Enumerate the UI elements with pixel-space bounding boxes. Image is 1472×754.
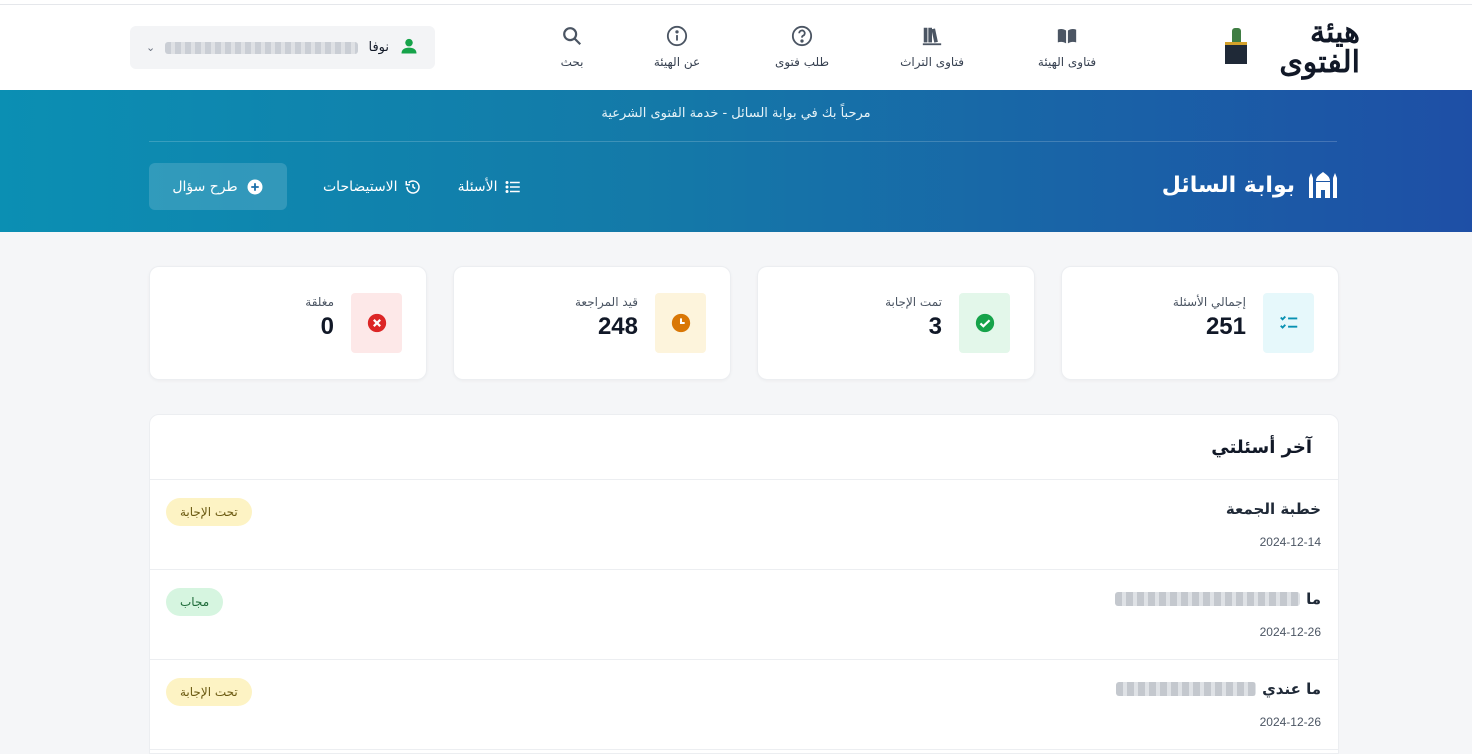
list-icon xyxy=(505,180,520,193)
site-header: هيئة الفتوى فتاوى الهيئة فتاوى التراث طل… xyxy=(0,5,1472,90)
question-date: 2024-12-26 xyxy=(1259,625,1321,639)
question-title-text: خطبة الجمعة xyxy=(1225,500,1321,518)
banner-divider xyxy=(149,141,1337,142)
stat-value: 251 xyxy=(1205,313,1246,340)
stat-label: إجمالي الأسئلة xyxy=(1172,295,1246,309)
banner-actions: طرح سؤال الاستيضاحات الأسئلة xyxy=(149,163,522,210)
stat-value: 0 xyxy=(320,313,334,340)
question-title-redacted xyxy=(1115,592,1301,606)
nav-about[interactable]: عن الهيئة xyxy=(642,25,712,69)
x-circle-icon xyxy=(367,313,386,333)
chevron-down-icon: ⌄ xyxy=(146,41,156,54)
nav-label: فتاوى التراث xyxy=(900,55,964,69)
status-badge: تحت الإجابة xyxy=(166,498,252,526)
kaaba-logo-icon xyxy=(1224,28,1247,68)
user-name: نوفا xyxy=(368,40,389,55)
question-row[interactable]: خطبة الجمعة 2024-12-14 تحت الإجابة xyxy=(150,480,1338,570)
stat-value: 3 xyxy=(928,313,942,340)
question-title: ما عندي xyxy=(1116,680,1321,698)
stats-row: إجمالي الأسئلة 251 تمت الإجابة 3 قيد الم… xyxy=(149,266,1339,380)
stat-icon-box xyxy=(1263,293,1314,353)
nav-label: عن الهيئة xyxy=(653,55,701,69)
stat-answered: تمت الإجابة 3 xyxy=(757,266,1035,380)
user-name-redacted xyxy=(165,41,359,54)
status-badge: مجاب xyxy=(166,588,224,616)
stat-label: تمت الإجابة xyxy=(885,295,942,309)
question-title-text: ما عندي xyxy=(1262,680,1321,698)
portal-title-text: بوابة السائل xyxy=(1161,172,1295,198)
questions-link[interactable]: الأسئلة xyxy=(458,178,522,196)
nav-label: بحث xyxy=(560,55,584,69)
stat-under-review: قيد المراجعة 248 xyxy=(453,266,731,380)
history-icon xyxy=(405,179,420,194)
nav-fatawa-turath[interactable]: فتاوى التراث xyxy=(892,25,972,69)
ask-button-label: طرح سؤال xyxy=(172,178,238,195)
stat-label: قيد المراجعة xyxy=(575,295,638,309)
question-row[interactable]: ما عندي 2024-12-26 تحت الإجابة xyxy=(150,660,1338,750)
stat-icon-box xyxy=(351,293,402,353)
mosque-icon xyxy=(1309,172,1337,198)
question-date: 2024-12-14 xyxy=(1259,535,1321,549)
logo-text: هيئة الفتوى xyxy=(1279,15,1361,80)
checklist-icon xyxy=(1279,315,1297,329)
portal-banner: مرحباً بك في بوابة السائل - خدمة الفتوى … xyxy=(0,90,1472,232)
open-book-icon xyxy=(1057,28,1077,44)
clarifications-link[interactable]: الاستيضاحات xyxy=(323,178,422,196)
question-title-text: ما xyxy=(1306,590,1321,608)
info-circle-icon xyxy=(666,25,688,47)
books-icon xyxy=(922,27,942,46)
nav-search[interactable]: بحث xyxy=(547,25,597,69)
stat-icon-box xyxy=(959,293,1010,353)
stat-closed: مغلقة 0 xyxy=(149,266,427,380)
stat-icon-box xyxy=(655,293,706,353)
nav-talab-fatwa[interactable]: طلب فتوى xyxy=(767,25,837,69)
clarifications-label: الاستيضاحات xyxy=(323,178,398,195)
ask-question-button[interactable]: طرح سؤال xyxy=(149,163,287,210)
user-icon xyxy=(399,36,419,60)
welcome-text: مرحباً بك في بوابة السائل - خدمة الفتوى … xyxy=(601,106,871,121)
stat-value: 248 xyxy=(597,313,638,340)
stat-label: مغلقة xyxy=(305,295,334,309)
nav-fatawa-hayah[interactable]: فتاوى الهيئة xyxy=(1032,25,1102,69)
recent-questions-panel: آخر أسئلتي خطبة الجمعة 2024-12-14 تحت ال… xyxy=(149,414,1339,754)
question-row[interactable]: ما 2024-12-26 مجاب xyxy=(150,570,1338,660)
panel-title: آخر أسئلتي xyxy=(150,415,1338,480)
user-menu[interactable]: نوفا ⌄ xyxy=(130,26,435,69)
question-title-redacted xyxy=(1116,682,1257,696)
questions-label: الأسئلة xyxy=(457,178,498,195)
check-circle-icon xyxy=(975,313,994,333)
clock-icon xyxy=(671,313,690,333)
site-logo[interactable]: هيئة الفتوى xyxy=(1224,15,1361,80)
stat-total-questions: إجمالي الأسئلة 251 xyxy=(1061,266,1339,380)
nav-label: طلب فتوى xyxy=(774,55,830,69)
question-title: خطبة الجمعة xyxy=(1226,500,1321,518)
nav-label: فتاوى الهيئة xyxy=(1037,55,1097,69)
plus-circle-icon xyxy=(247,179,263,194)
search-icon xyxy=(563,27,582,46)
question-circle-icon xyxy=(791,25,813,47)
portal-title: بوابة السائل xyxy=(1162,170,1339,200)
status-badge: تحت الإجابة xyxy=(166,678,252,706)
question-date: 2024-12-26 xyxy=(1259,715,1321,729)
question-title: ما xyxy=(1115,590,1321,608)
